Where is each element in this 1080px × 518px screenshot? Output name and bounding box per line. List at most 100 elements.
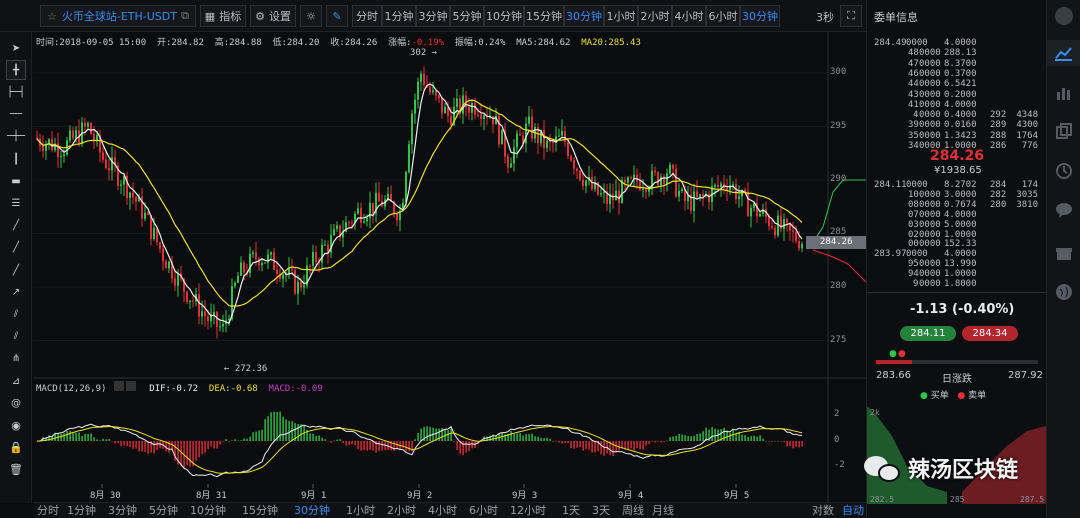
spiral-icon[interactable]: @: [6, 393, 26, 413]
copy-icon[interactable]: [1055, 122, 1073, 140]
candle-body: [360, 208, 362, 223]
bottom-interval-tab[interactable]: 3天: [592, 503, 610, 518]
bottom-interval-tab[interactable]: 5分钟: [149, 503, 178, 518]
bottom-interval-tab[interactable]: 周线: [622, 503, 644, 518]
mid-price-cny: ¥1938.65: [934, 165, 982, 176]
crosshair-icon[interactable]: ╋: [6, 60, 26, 81]
trash-icon[interactable]: 🗑: [6, 460, 26, 480]
log-scale-button[interactable]: 对数: [812, 503, 834, 518]
bottom-interval-tab[interactable]: 1天: [562, 503, 580, 518]
horizontal-line-icon[interactable]: ──: [6, 105, 26, 125]
bottom-interval-tab[interactable]: 3分钟: [108, 503, 137, 518]
macd-histogram-bar: [96, 439, 98, 441]
parallel-lines-icon[interactable]: ☰: [6, 193, 26, 213]
candle-body: [222, 323, 224, 327]
bar-chart-icon[interactable]: [1055, 84, 1073, 102]
gift-icon[interactable]: [1055, 244, 1073, 262]
candle-body: [675, 168, 677, 197]
draw-toggle-button[interactable]: ✎: [326, 5, 348, 27]
fib-fan-icon[interactable]: ⋔: [6, 349, 26, 369]
clock-icon[interactable]: [1055, 162, 1073, 180]
globe-icon[interactable]: [1055, 283, 1073, 301]
interval-tab[interactable]: 分时: [352, 5, 382, 27]
pitchfork-icon[interactable]: ⫽: [6, 327, 26, 347]
macd-label: MACD(12,26,9): [36, 384, 107, 394]
info-open: 开:284.82: [156, 38, 204, 48]
macd-settings-icon[interactable]: [113, 381, 124, 391]
bottom-interval-tab[interactable]: 30分钟: [294, 503, 330, 518]
indicator-button[interactable]: ▦ 指标: [200, 5, 246, 27]
best-bid-button[interactable]: 284.11: [900, 326, 956, 341]
settings-button[interactable]: ⚙ 设置: [250, 5, 296, 27]
depth-chart[interactable]: [867, 396, 1046, 504]
bottom-interval-tab[interactable]: 2小时: [387, 503, 416, 518]
candle-body: [429, 86, 431, 93]
bottom-interval-tab[interactable]: 分时: [37, 503, 59, 518]
bottom-interval-tab[interactable]: 1小时: [346, 503, 375, 518]
symbol-selector[interactable]: ☆ 火币全球站-ETH-USDT ⧉: [40, 5, 196, 27]
macd-histogram-bar: [537, 436, 539, 441]
interval-tab[interactable]: 30分钟: [740, 5, 780, 27]
gear-icon: ⚙: [255, 9, 265, 23]
price-chart[interactable]: [33, 32, 866, 503]
candle-body: [726, 187, 728, 191]
popout-icon[interactable]: ⧉: [181, 9, 189, 23]
interval-tab[interactable]: 4小时: [672, 5, 706, 27]
avatar-icon[interactable]: [1055, 7, 1073, 25]
price-axis-tick: 300: [830, 67, 847, 77]
interval-tab[interactable]: 15分钟: [524, 5, 564, 27]
vertical-line-icon[interactable]: ┃: [6, 149, 26, 169]
macd-histogram-bar: [78, 432, 80, 441]
lock-icon[interactable]: 🔒: [6, 438, 26, 458]
kline-active-icon[interactable]: [1047, 40, 1080, 66]
bottom-interval-tab[interactable]: 10分钟: [190, 503, 226, 518]
fullscreen-button[interactable]: ⛶: [840, 5, 862, 27]
macd-histogram-bar: [582, 441, 584, 451]
best-ask-button[interactable]: 284.34: [962, 326, 1018, 341]
bottom-interval-tab[interactable]: 12小时: [510, 503, 546, 518]
macd-histogram-bar: [93, 437, 95, 441]
interval-tab[interactable]: 5分钟: [450, 5, 484, 27]
bottom-interval-tab[interactable]: 1分钟: [67, 503, 96, 518]
horizontal-ray-icon[interactable]: ├─┤: [6, 82, 26, 102]
candle-body: [600, 193, 602, 195]
candle-body: [408, 144, 410, 173]
chat-icon[interactable]: [1055, 201, 1073, 219]
candle-body: [366, 217, 368, 222]
candle-body: [639, 181, 641, 190]
horizontal-segment-icon[interactable]: ─┼─: [6, 127, 26, 147]
trend-line-icon[interactable]: ╱: [6, 216, 26, 236]
bottom-interval-tab[interactable]: 6小时: [469, 503, 498, 518]
theme-toggle-button[interactable]: ☼: [300, 5, 322, 27]
eye-icon[interactable]: ◉: [6, 415, 26, 435]
macd-histogram-bar: [348, 441, 350, 446]
macd-dea: DEA:-0.68: [208, 384, 258, 394]
macd-histogram-bar: [444, 428, 446, 441]
macd-histogram-bar: [264, 419, 266, 441]
interval-tab[interactable]: 30分钟: [564, 5, 604, 27]
interval-tab[interactable]: 2小时: [638, 5, 672, 27]
cursor-icon[interactable]: ➤: [6, 38, 26, 58]
interval-tab[interactable]: 6小时: [706, 5, 740, 27]
ruler-icon[interactable]: ▬: [6, 171, 26, 191]
candle-body: [732, 184, 734, 186]
candle-body: [519, 133, 521, 136]
macd-histogram-bar: [342, 441, 344, 444]
fib-retracement-icon[interactable]: ⊿: [6, 371, 26, 391]
parallel-channel-icon[interactable]: ⫽: [6, 304, 26, 324]
extend-line-icon[interactable]: ╱: [6, 238, 26, 258]
interval-tab[interactable]: 10分钟: [484, 5, 524, 27]
day-range-fill: [876, 360, 912, 364]
star-icon[interactable]: ☆: [47, 10, 57, 23]
interval-tab[interactable]: 1小时: [604, 5, 638, 27]
refresh-timer[interactable]: 3秒: [816, 9, 834, 25]
interval-tab[interactable]: 3分钟: [416, 5, 450, 27]
bottom-interval-tab[interactable]: 15分钟: [242, 503, 278, 518]
auto-scale-button[interactable]: 自动: [842, 503, 864, 518]
bottom-interval-tab[interactable]: 4小时: [428, 503, 457, 518]
interval-tab[interactable]: 1分钟: [382, 5, 416, 27]
bottom-interval-tab[interactable]: 月线: [652, 503, 674, 518]
macd-close-icon[interactable]: [125, 381, 136, 391]
ray-line-icon[interactable]: ╱: [6, 260, 26, 280]
arrow-line-icon[interactable]: ↗: [6, 282, 26, 302]
